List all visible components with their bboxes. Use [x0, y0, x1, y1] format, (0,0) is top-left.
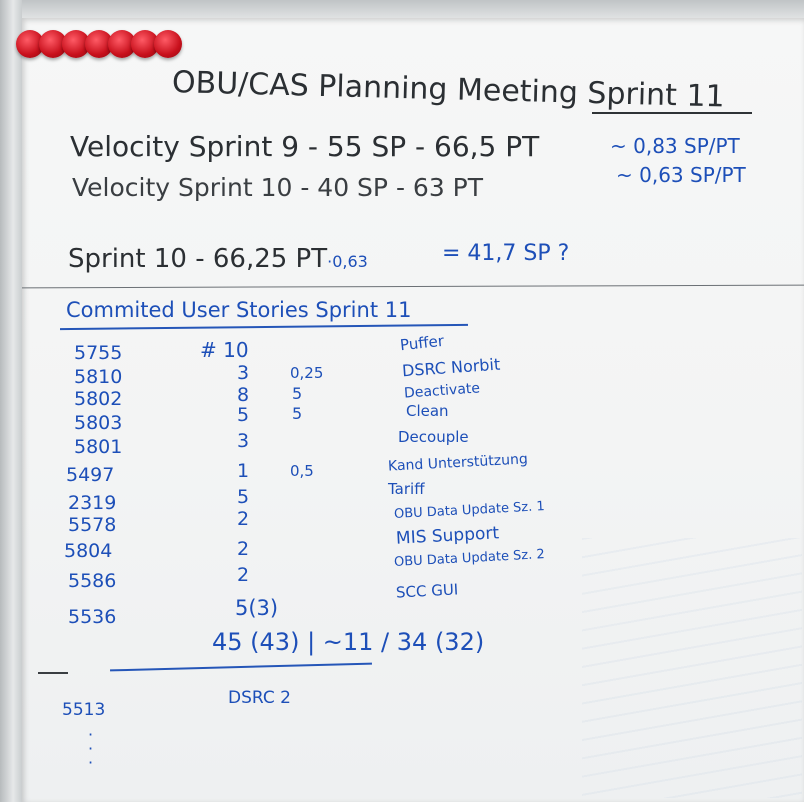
story-points: 1 [237, 460, 250, 482]
story-name: Puffer [399, 331, 445, 355]
story-id: 5804 [64, 540, 113, 562]
forecast-factor: ·0,63 [327, 252, 368, 271]
section-divider [22, 284, 804, 289]
story-points: 3 [237, 430, 250, 452]
story-id: 5578 [68, 514, 117, 536]
story-extra: 0,5 [290, 462, 314, 480]
story-id: 5755 [74, 342, 123, 364]
story-points: 5 [237, 486, 250, 508]
title-underline [592, 112, 752, 114]
magnet [154, 30, 182, 58]
story-points: 3 [237, 362, 250, 384]
velocity-line-2: Velocity Sprint 10 - 40 SP - 63 PT [72, 173, 484, 202]
story-id: 5802 [74, 388, 123, 410]
stories-heading-underline [60, 323, 468, 331]
story-id: 2319 [68, 492, 117, 514]
story-name: OBU Data Update Sz. 1 [393, 499, 546, 522]
story-points: 5 [237, 404, 250, 426]
story-points: 2 [237, 508, 250, 530]
whiteboard: OBU/CAS Planning Meeting Sprint 11 Veloc… [16, 18, 804, 802]
story-name: SCC GUI [395, 580, 459, 602]
board-frame-left [0, 0, 22, 802]
velocity-ratio-1: ~ 0,83 SP/PT [610, 134, 740, 158]
story-name: DSRC Norbit [401, 354, 501, 381]
velocity-ratio-2: ~ 0,63 SP/PT [616, 163, 746, 187]
totals-underline [110, 662, 372, 672]
meeting-title: OBU/CAS Planning Meeting Sprint 11 [171, 65, 726, 115]
stories-heading: Commited User Stories Sprint 11 [66, 298, 412, 322]
story-extra: 0,25 [290, 364, 324, 382]
story-name: Tariff [388, 480, 425, 498]
totals: 45 (43) | ~11 / 34 (32) [212, 628, 485, 656]
story-id: 5810 [74, 366, 123, 388]
ellipsis-dots: · · · [88, 725, 94, 772]
dash-mark [38, 672, 68, 674]
story-points: 2 [237, 564, 250, 586]
story-extra: 5 [292, 404, 303, 423]
story-name: MIS Support [395, 523, 500, 549]
story-id: 5801 [74, 436, 123, 458]
extra-story-id: 5513 [62, 700, 106, 720]
story-name: Deactivate [403, 380, 481, 402]
extra-story-name: DSRC 2 [228, 688, 291, 708]
story-points: 8 [237, 384, 250, 406]
story-id: 5586 [68, 570, 117, 592]
forecast-result: = 41,7 SP ? [442, 241, 570, 266]
forecast-text: Sprint 10 - 66,25 PT·0,63 [68, 246, 368, 272]
story-id: 5497 [66, 464, 115, 486]
board-frame-top [0, 0, 804, 20]
story-points: # 10 [200, 338, 249, 362]
forecast-left: Sprint 10 - 66,25 PT [68, 244, 328, 274]
story-points: 2 [237, 538, 250, 560]
story-id: 5803 [74, 412, 123, 434]
story-name: Kand Unterstützung [387, 451, 529, 475]
story-extra: 5 [292, 384, 303, 403]
story-points: 5(3) [235, 596, 279, 620]
story-name: OBU Data Update Sz. 2 [393, 547, 546, 570]
story-id: 5536 [68, 606, 117, 628]
story-name: Clean [406, 402, 449, 420]
velocity-line-1: Velocity Sprint 9 - 55 SP - 66,5 PT [70, 130, 540, 163]
erased-marks [582, 538, 802, 798]
story-name: Decouple [398, 428, 469, 446]
